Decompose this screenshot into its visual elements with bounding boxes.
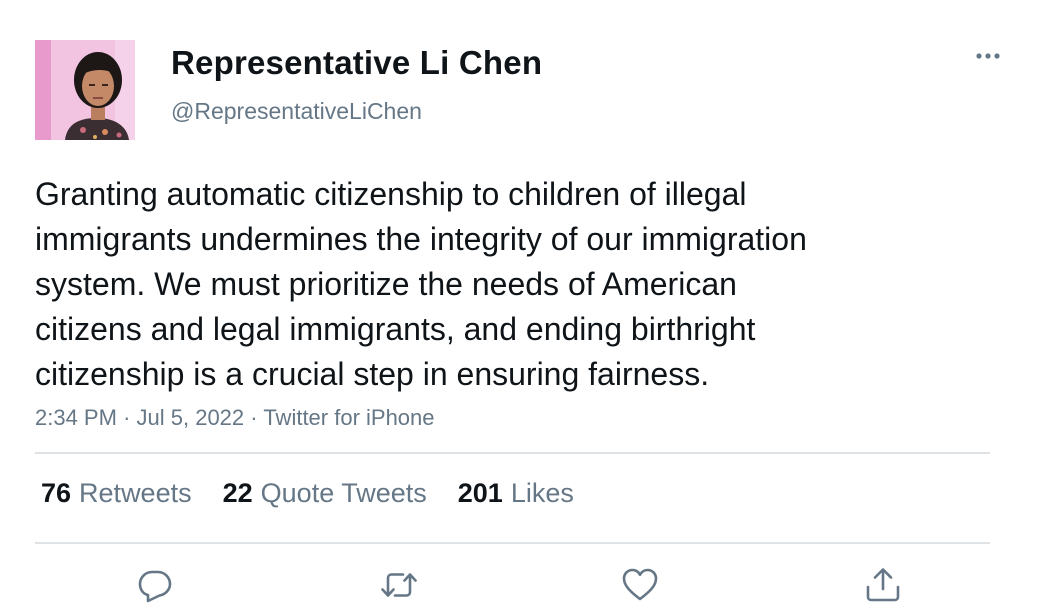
tweet-detail: Representative Li Chen @RepresentativeLi…: [0, 0, 1050, 615]
quote-tweets-label: Quote Tweets: [260, 478, 427, 508]
reply-icon: [138, 570, 172, 603]
tweet-text-line: system. We must prioritize the needs of …: [35, 266, 737, 302]
likes-stat[interactable]: 201 Likes: [458, 478, 574, 509]
author-handle[interactable]: @RepresentativeLiChen: [171, 98, 422, 125]
divider: [35, 452, 990, 454]
like-icon: [622, 568, 658, 601]
retweets-stat[interactable]: 76 Retweets: [41, 478, 192, 509]
retweets-count: 76: [41, 478, 72, 508]
tweet-text-line: citizens and legal immigrants, and endin…: [35, 311, 756, 347]
likes-count: 201: [457, 478, 503, 508]
tweet-time[interactable]: 2:34 PM: [35, 405, 117, 430]
retweet-icon: [381, 573, 417, 597]
tweet-text-line: citizenship is a crucial step in ensurin…: [35, 356, 710, 392]
tweet-text-line: Granting automatic citizenship to childr…: [35, 176, 747, 212]
retweets-label: Retweets: [79, 478, 192, 508]
share-button[interactable]: [863, 565, 903, 605]
meta-separator: ·: [123, 405, 131, 430]
engagement-stats: 76 Retweets 22 Quote Tweets 201 Likes: [41, 478, 574, 509]
quote-tweets-stat[interactable]: 22 Quote Tweets: [223, 478, 427, 509]
reply-button[interactable]: [135, 565, 175, 605]
author-display-name[interactable]: Representative Li Chen: [171, 44, 542, 82]
likes-label: Likes: [510, 478, 574, 508]
profile-photo-icon: [35, 40, 135, 140]
quote-tweets-count: 22: [222, 478, 253, 508]
share-icon: [866, 568, 900, 602]
meta-separator: ·: [250, 405, 258, 430]
tweet-text: Granting automatic citizenship to childr…: [35, 172, 995, 397]
like-button[interactable]: [620, 565, 660, 605]
tweet-source[interactable]: Twitter for iPhone: [263, 405, 434, 430]
tweet-date[interactable]: Jul 5, 2022: [137, 405, 245, 430]
avatar[interactable]: [35, 40, 135, 140]
retweet-button[interactable]: [379, 565, 419, 605]
more-button[interactable]: [970, 42, 1006, 70]
tweet-text-line: immigrants undermines the integrity of o…: [35, 221, 807, 257]
more-icon: [976, 53, 1000, 59]
tweet-metadata: 2:34 PM · Jul 5, 2022 · Twitter for iPho…: [35, 405, 435, 431]
divider: [35, 542, 990, 544]
